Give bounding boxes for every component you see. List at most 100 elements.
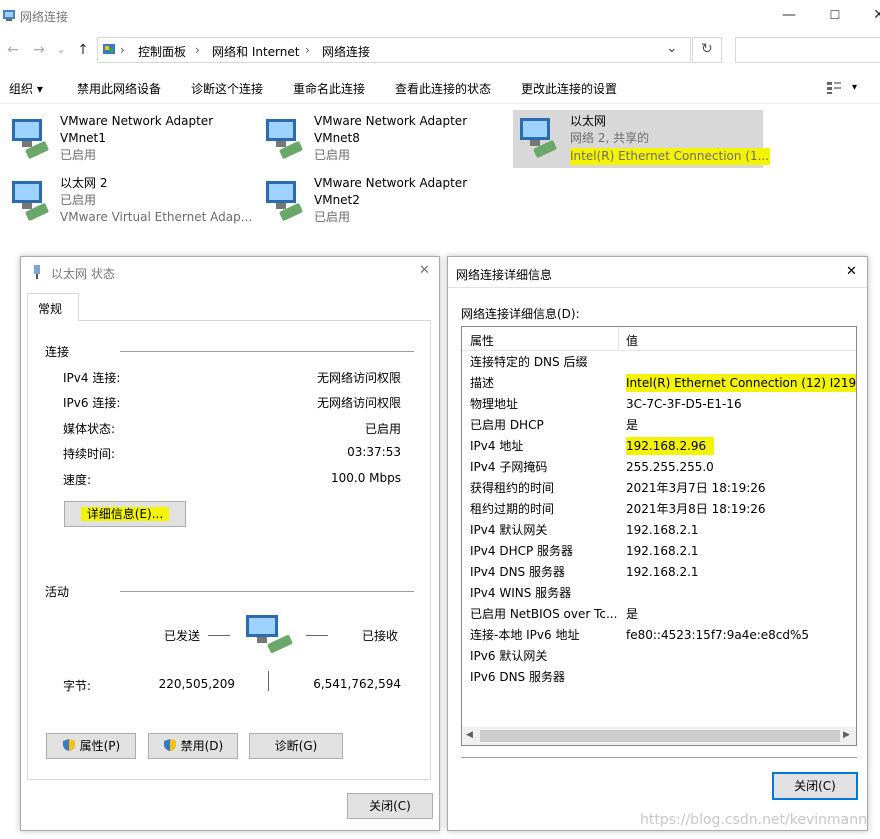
duration-label: 持续时间: — [63, 447, 116, 461]
address-row: ← → ⌄ ↑ › 控制面板 › 网络和 Internet › 网络连接 ⌄ ↻ — [0, 33, 880, 67]
adapter-device: VMnet8 — [314, 131, 360, 145]
scroll-left-icon[interactable]: ◀ — [466, 730, 473, 740]
view-dropdown-icon[interactable]: ▾ — [852, 82, 857, 93]
change-settings-button[interactable]: 更改此连接的设置 — [521, 80, 617, 97]
list-item-value: 192.168.2.1 — [626, 523, 699, 537]
adapter-name: VMware Network Adapter — [314, 114, 468, 128]
list-item[interactable]: 已启用 DHCP 是 — [462, 415, 856, 436]
adapter-vmnet1[interactable]: VMware Network Adapter VMnet1 已启用 — [8, 111, 258, 167]
scroll-right-icon[interactable]: ▶ — [843, 730, 850, 740]
list-item[interactable]: 已启用 NetBIOS over Tc... 是 — [462, 604, 856, 625]
recent-locations-chevron-icon[interactable]: ⌄ — [52, 41, 70, 59]
list-item-property: IPv6 默认网关 — [470, 649, 548, 663]
list-item-property: 获得租约的时间 — [470, 481, 555, 495]
details-listview[interactable]: 属性 值 连接特定的 DNS 后缀 描述 Intel(R) Ethernet Co… — [461, 326, 857, 746]
adapter-status: 已启用 — [314, 148, 351, 162]
diagnose-connection-button[interactable]: 诊断这个连接 — [191, 80, 263, 97]
adapter-ethernet-selected[interactable]: 以太网 网络 2, 共享的 Intel(R) Ethernet Connecti… — [513, 110, 770, 168]
breadcrumb-sep-icon: › — [305, 43, 310, 57]
disable-button[interactable]: 禁用(D) — [148, 733, 238, 759]
rename-connection-button[interactable]: 重命名此连接 — [293, 80, 365, 97]
received-label: 已接收 — [362, 629, 399, 643]
status-dialog-close-icon[interactable]: ✕ — [419, 263, 430, 278]
list-item-property: IPv6 DNS 服务器 — [470, 670, 565, 684]
adapter-ethernet2[interactable]: 以太网 2 已启用 VMware Virtual Ethernet Adap..… — [8, 173, 258, 229]
properties-button-label: 属性(P) — [79, 739, 121, 753]
sent-label: 已发送 — [164, 629, 201, 643]
list-item-value: Intel(R) Ethernet Connection (12) I219-V — [626, 374, 856, 392]
ipv4-connectivity-value: 无网络访问权限 — [316, 371, 401, 385]
bytes-label: 字节: — [63, 679, 92, 693]
tab-general[interactable]: 常规 — [27, 293, 79, 321]
adapter-device: VMnet2 — [314, 193, 360, 207]
list-item-value: 是 — [626, 607, 639, 621]
uac-shield-icon — [163, 739, 176, 751]
speed-label: 速度: — [63, 473, 92, 487]
status-close-button[interactable]: 关闭(C) — [347, 793, 433, 819]
list-item[interactable]: IPv4 WINS 服务器 — [462, 583, 856, 604]
horizontal-scrollbar[interactable]: ◀ ▶ — [462, 727, 856, 745]
list-item[interactable]: IPv4 子网掩码 255.255.255.0 — [462, 457, 856, 478]
details-button[interactable]: 详细信息(E)... — [64, 501, 186, 527]
list-item[interactable]: IPv4 默认网关 192.168.2.1 — [462, 520, 856, 541]
list-item[interactable]: 物理地址 3C-7C-3F-D5-E1-16 — [462, 394, 856, 415]
list-item[interactable]: IPv6 默认网关 — [462, 646, 856, 667]
list-item[interactable]: 连接特定的 DNS 后缀 — [462, 352, 856, 373]
properties-button[interactable]: 属性(P) — [46, 733, 136, 759]
uac-shield-icon — [62, 739, 75, 751]
list-item-property: 连接-本地 IPv6 地址 — [470, 628, 580, 642]
control-panel-icon — [103, 44, 115, 54]
details-dialog-close-icon[interactable]: ✕ — [846, 264, 857, 279]
details-list-label: 网络连接详细信息(D): — [461, 307, 580, 321]
adapter-status: 已启用 — [60, 148, 97, 162]
adapter-vmnet2[interactable]: VMware Network Adapter VMnet2 已启用 — [262, 173, 512, 229]
close-window-button[interactable]: ✕ — [866, 4, 880, 26]
adapter-vmnet8[interactable]: VMware Network Adapter VMnet8 已启用 — [262, 111, 512, 167]
list-item[interactable]: IPv4 地址 192.168.2.96 — [462, 436, 856, 457]
list-item[interactable]: 获得租约的时间 2021年3月7日 18:19:26 — [462, 478, 856, 499]
adapter-device: Intel(R) Ethernet Connection (1... — [570, 148, 770, 165]
title-divider — [448, 287, 867, 288]
list-item-property: 已启用 NetBIOS over Tc... — [470, 607, 618, 621]
address-dropdown-icon[interactable]: ⌄ — [666, 40, 678, 56]
adapter-status: 已启用 — [60, 193, 97, 207]
list-item-property: IPv4 子网掩码 — [470, 460, 548, 474]
search-input[interactable] — [735, 37, 880, 63]
list-item[interactable]: IPv6 DNS 服务器 — [462, 667, 856, 688]
diagnose-button-label: 诊断(G) — [274, 739, 318, 753]
address-bar[interactable]: › 控制面板 › 网络和 Internet › 网络连接 ⌄ — [97, 37, 691, 63]
list-item-value: 2021年3月7日 18:19:26 — [626, 481, 766, 495]
details-close-button[interactable]: 关闭(C) — [772, 772, 858, 800]
breadcrumb-network-internet[interactable]: 网络和 Internet — [212, 43, 299, 60]
adapter-name: VMware Network Adapter — [314, 176, 468, 190]
status-dialog-title: 以太网 状态 — [51, 267, 115, 281]
organize-menu[interactable]: 组织 ▾ — [9, 80, 43, 97]
col-property-header[interactable]: 属性 — [470, 332, 494, 349]
refresh-button[interactable]: ↻ — [692, 37, 722, 63]
minimize-button[interactable]: — — [776, 4, 802, 26]
list-item[interactable]: 连接-本地 IPv6 地址 fe80::4523:15f7:9a4e:e8cd%5 — [462, 625, 856, 646]
adapter-name: 以太网 — [570, 114, 607, 128]
up-arrow-icon[interactable]: ↑ — [74, 41, 92, 59]
breadcrumb-network-connections[interactable]: 网络连接 — [322, 43, 370, 60]
watermark: https://blog.csdn.net/kevinmann — [640, 812, 867, 828]
list-item[interactable]: 描述 Intel(R) Ethernet Connection (12) I219… — [462, 373, 856, 394]
col-value-header[interactable]: 值 — [626, 332, 638, 349]
list-item[interactable]: IPv4 DHCP 服务器 192.168.2.1 — [462, 541, 856, 562]
view-status-button[interactable]: 查看此连接的状态 — [395, 80, 491, 97]
scrollbar-thumb[interactable] — [480, 730, 840, 742]
list-item-property: 连接特定的 DNS 后缀 — [470, 355, 588, 369]
back-arrow-icon[interactable]: ← — [4, 41, 22, 59]
forward-arrow-icon[interactable]: → — [30, 41, 48, 59]
list-item-value: 192.168.2.1 — [626, 565, 699, 579]
list-item-property: 物理地址 — [470, 397, 519, 411]
disable-device-button[interactable]: 禁用此网络设备 — [77, 80, 161, 97]
diagnose-button[interactable]: 诊断(G) — [249, 733, 343, 759]
breadcrumb-control-panel[interactable]: 控制面板 — [138, 43, 186, 60]
list-item-value: fe80::4523:15f7:9a4e:e8cd%5 — [626, 628, 810, 642]
list-item[interactable]: IPv4 DNS 服务器 192.168.2.1 — [462, 562, 856, 583]
list-item[interactable]: 租约过期的时间 2021年3月8日 18:19:26 — [462, 499, 856, 520]
view-options-icon[interactable] — [826, 81, 842, 95]
maximize-button[interactable]: ☐ — [822, 4, 848, 26]
list-item-value: 255.255.255.0 — [626, 460, 714, 474]
